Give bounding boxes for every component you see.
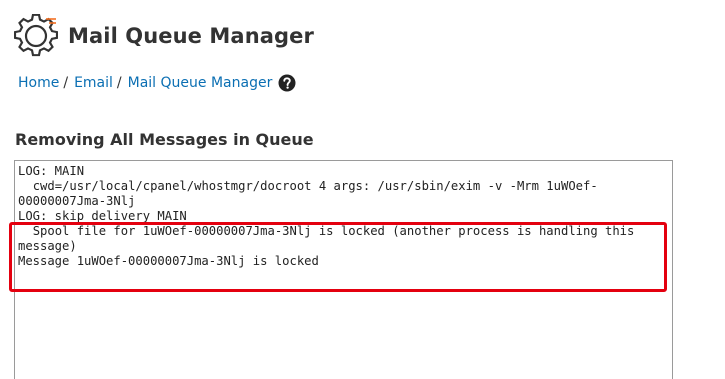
- gear-icon: [14, 14, 58, 58]
- log-line: LOG: skip_delivery MAIN: [18, 209, 187, 223]
- log-line: Spool file for 1uWOef-00000007Jma-3Nlj i…: [18, 224, 642, 253]
- breadcrumb-mail-queue-manager-link[interactable]: Mail Queue Manager: [128, 75, 273, 91]
- breadcrumb-email-link[interactable]: Email: [74, 75, 113, 91]
- breadcrumb-separator: /: [116, 75, 122, 91]
- log-output-box[interactable]: LOG: MAIN cwd=/usr/local/cpanel/whostmgr…: [14, 160, 673, 379]
- section-title: Removing All Messages in Queue: [15, 130, 314, 149]
- page-header: Mail Queue Manager: [14, 14, 314, 58]
- log-line: LOG: MAIN: [18, 164, 85, 178]
- log-line: Message 1uWOef-00000007Jma-3Nlj is locke…: [18, 254, 319, 268]
- question-circle-icon[interactable]: [278, 74, 296, 92]
- page: Mail Queue Manager Home / Email / Mail Q…: [0, 0, 725, 379]
- page-title: Mail Queue Manager: [68, 24, 314, 48]
- breadcrumb-home-link[interactable]: Home: [18, 75, 59, 91]
- breadcrumb-separator: /: [63, 75, 69, 91]
- log-line: cwd=/usr/local/cpanel/whostmgr/docroot 4…: [18, 179, 598, 208]
- breadcrumb: Home / Email / Mail Queue Manager: [18, 74, 296, 92]
